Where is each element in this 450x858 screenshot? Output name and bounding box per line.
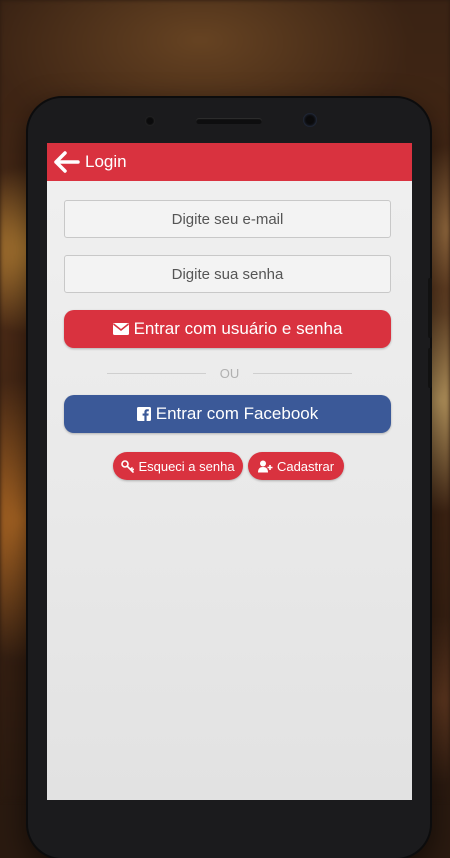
facebook-icon: [136, 407, 151, 421]
login-button[interactable]: Entrar com usuário e senha: [64, 310, 391, 348]
register-button[interactable]: Cadastrar: [248, 452, 344, 480]
page-title: Login: [85, 152, 127, 171]
or-divider: OU: [107, 365, 352, 381]
login-button-label: Entrar com usuário e senha: [133, 319, 343, 338]
envelope-icon: [112, 323, 129, 335]
app-screen: Login Entrar com usuário e senha OU Entr…: [47, 143, 412, 800]
facebook-button-label: Entrar com Facebook: [155, 404, 319, 423]
app-bar: Login: [47, 143, 412, 181]
facebook-login-button[interactable]: Entrar com Facebook: [64, 395, 391, 433]
back-button[interactable]: [53, 148, 81, 176]
forgot-password-button[interactable]: Esqueci a senha: [113, 452, 243, 480]
password-input[interactable]: [64, 255, 391, 293]
front-camera-icon: [303, 113, 317, 127]
email-input[interactable]: [64, 200, 391, 238]
arrow-left-icon: [54, 151, 80, 173]
phone-side-button: [428, 348, 432, 388]
register-label: Cadastrar: [276, 458, 335, 474]
phone-side-button: [428, 278, 432, 338]
speaker-grille: [196, 118, 262, 124]
forgot-password-label: Esqueci a senha: [138, 458, 235, 474]
user-plus-icon: [257, 460, 273, 473]
key-icon: [121, 459, 135, 473]
divider-text: OU: [219, 365, 240, 381]
sensor-icon: [145, 116, 155, 126]
